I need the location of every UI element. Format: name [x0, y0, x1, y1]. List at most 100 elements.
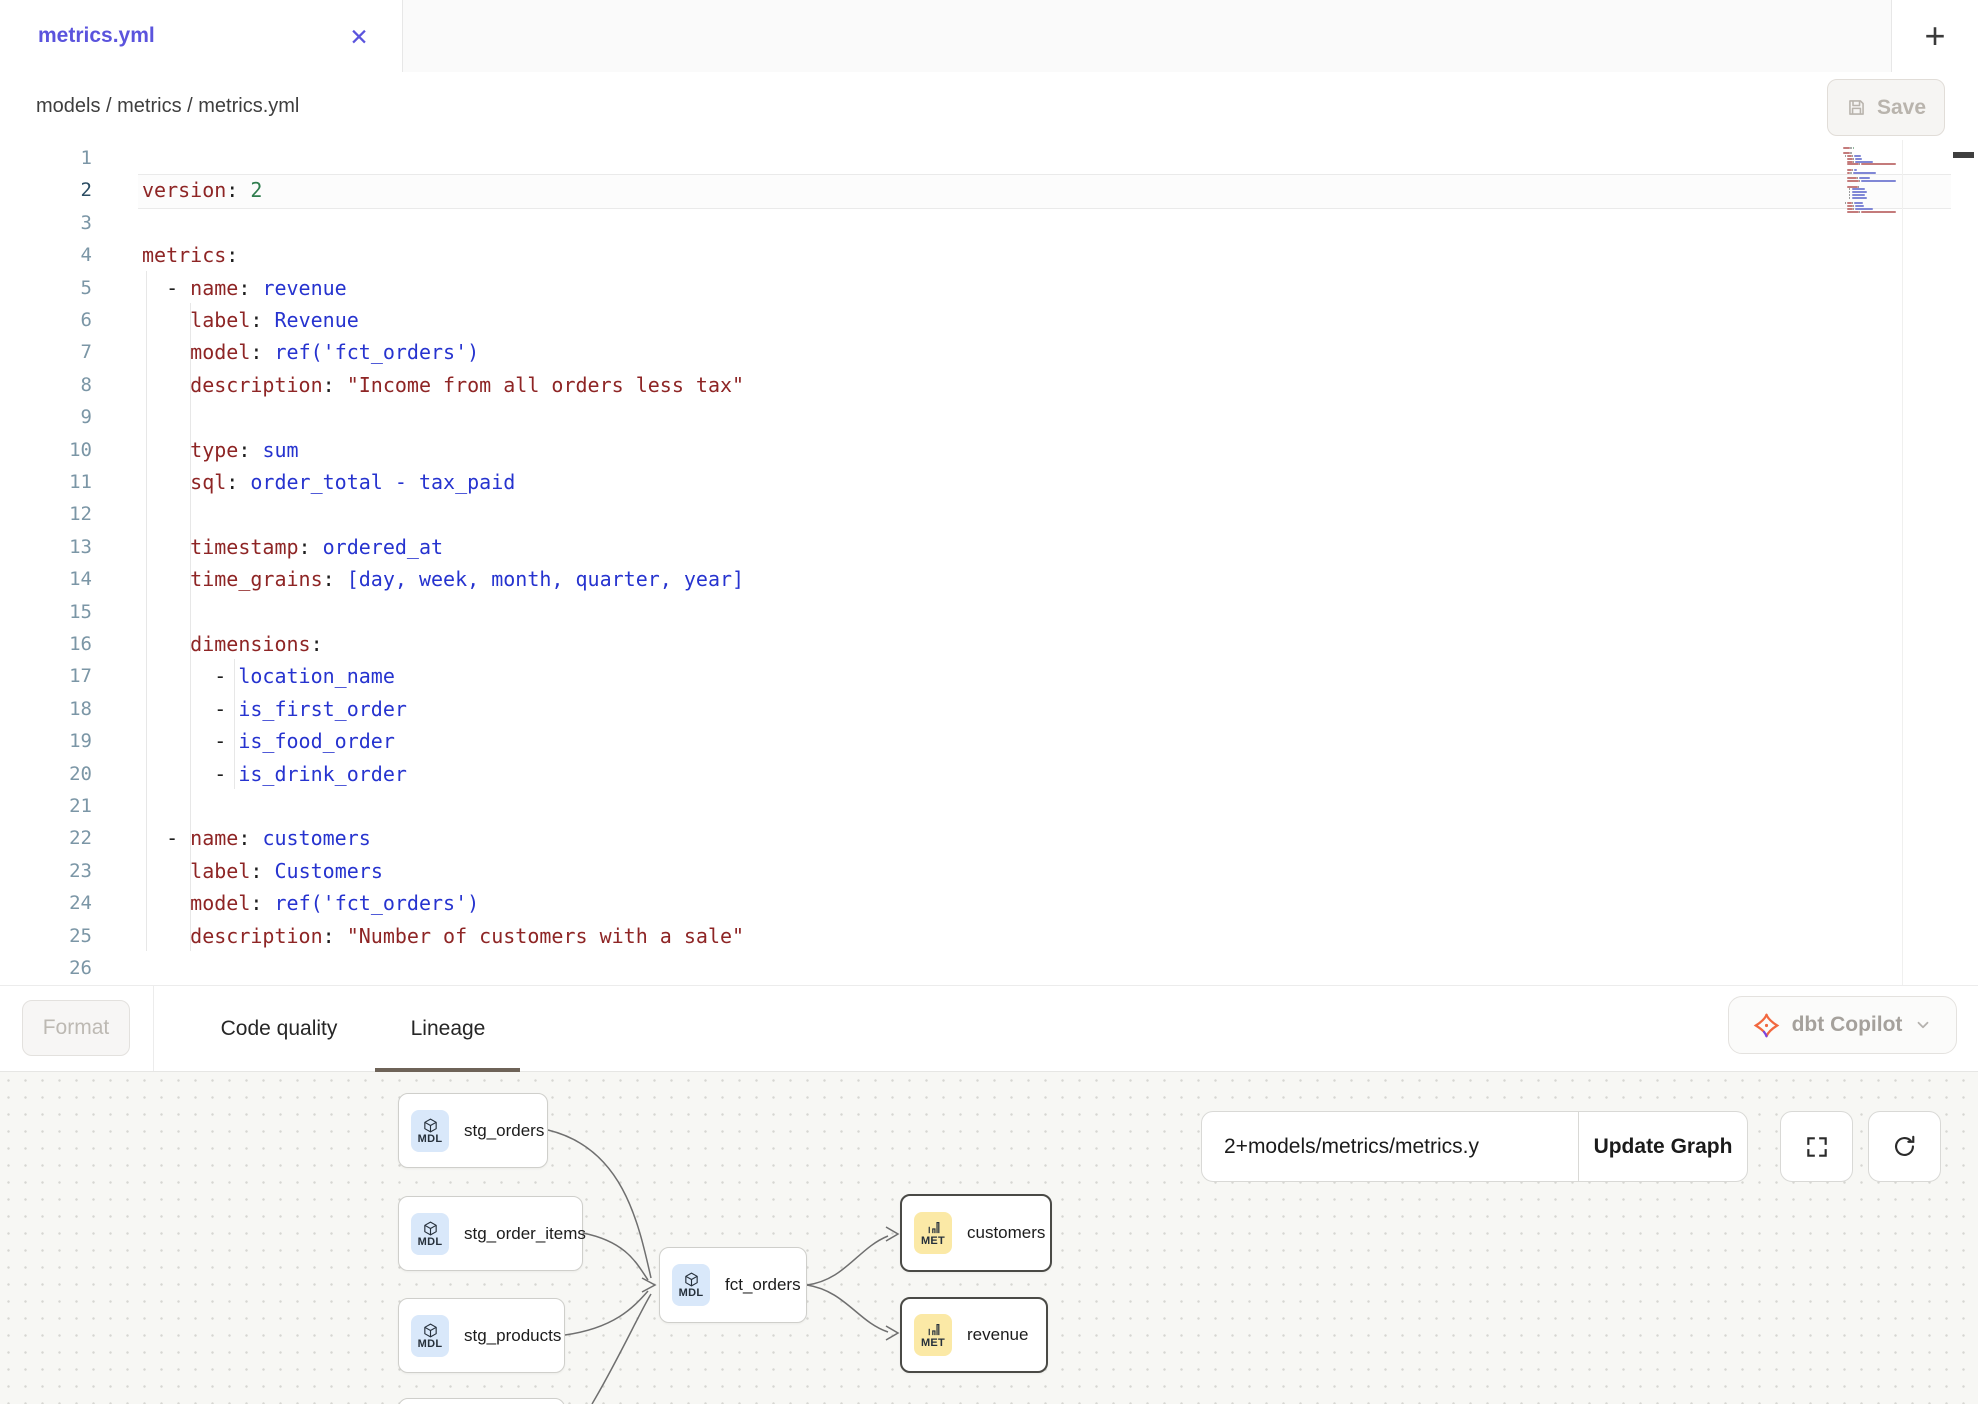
node-badge: MDL	[418, 1237, 443, 1248]
new-tab-icon[interactable]: +	[1914, 18, 1955, 54]
minimap-line	[1849, 197, 1850, 199]
lineage-node-stg_products[interactable]: MDLstg_products	[398, 1298, 565, 1373]
minimap-line	[1855, 208, 1873, 210]
minimap-line	[1861, 163, 1896, 165]
line-number: 2	[0, 174, 92, 206]
line-number: 11	[0, 466, 92, 498]
minimap-line	[1852, 194, 1866, 196]
model-cube-icon	[422, 1220, 439, 1237]
minimap-line	[1853, 172, 1877, 174]
code-line: description: "Income from all orders les…	[142, 369, 744, 401]
fullscreen-button[interactable]	[1780, 1111, 1853, 1182]
refresh-button[interactable]	[1868, 1111, 1941, 1182]
minimap-line	[1847, 169, 1851, 171]
node-type-icon: MET	[914, 1212, 952, 1254]
dbt-copilot-button[interactable]: dbt Copilot	[1728, 996, 1957, 1054]
line-number: 6	[0, 304, 92, 336]
minimap-line	[1847, 177, 1857, 179]
close-tab-icon[interactable]: ✕	[346, 24, 372, 50]
tab-metrics-yml[interactable]: metrics.yml ✕	[0, 0, 403, 72]
line-number: 4	[0, 239, 92, 271]
save-button[interactable]: Save	[1827, 79, 1945, 136]
node-badge: MET	[921, 1236, 945, 1247]
minimap-line	[1853, 208, 1854, 210]
tab-bar-empty-area	[403, 0, 1892, 73]
bottom-panel-bar: Format Code quality Lineage dbt Copilot	[0, 985, 1978, 1072]
tab-code-quality[interactable]: Code quality	[205, 986, 353, 1071]
update-graph-button[interactable]: Update Graph	[1579, 1112, 1747, 1181]
code-line: - is_first_order	[142, 693, 407, 725]
code-line: label: Revenue	[142, 304, 359, 336]
minimap-line	[1855, 161, 1873, 163]
minimap-line	[1847, 208, 1852, 210]
code-line: description: "Number of customers with a…	[142, 920, 744, 952]
code-line: version: 2	[142, 174, 262, 206]
minimap-line	[1852, 197, 1867, 199]
line-number: 10	[0, 434, 92, 466]
lineage-canvas[interactable]: MDL stg_orders MDL stg_order_items MDLstg_pr…	[0, 1072, 1978, 1404]
node-type-icon: MDL	[411, 1213, 449, 1255]
node-label: customers	[967, 1223, 1045, 1243]
minimap-line	[1854, 169, 1857, 171]
lineage-filter-input[interactable]	[1202, 1112, 1578, 1181]
minimap-line	[1853, 158, 1854, 160]
lineage-node-stg_orders[interactable]: MDL stg_orders	[398, 1093, 548, 1168]
panel-divider	[153, 986, 154, 1071]
minimap-line	[1853, 205, 1854, 207]
file-header-row: models / metrics / metrics.yml Save	[0, 72, 1978, 140]
minimap-line	[1850, 172, 1851, 174]
minimap-line	[1859, 211, 1860, 213]
code-line: metrics:	[142, 239, 238, 271]
minimap-line	[1847, 180, 1859, 182]
metric-chart-icon	[925, 1219, 942, 1236]
minimap-line	[1845, 155, 1846, 157]
model-cube-icon	[422, 1117, 439, 1134]
line-number: 14	[0, 563, 92, 595]
tab-bar: metrics.yml ✕ +	[0, 0, 1978, 72]
line-number: 8	[0, 369, 92, 401]
minimap-line	[1859, 177, 1870, 179]
node-badge: MDL	[418, 1134, 443, 1145]
minimap-line	[1845, 202, 1846, 204]
code-line: type: sum	[142, 434, 299, 466]
line-number: 1	[0, 142, 92, 174]
line-number: 5	[0, 272, 92, 304]
node-label: stg_orders	[464, 1121, 544, 1141]
lineage-node-fct_orders[interactable]: MDL fct_orders	[659, 1247, 807, 1323]
code-editor[interactable]: 1234567891011121314151617181920212223242…	[0, 140, 1978, 985]
lineage-node-partial_node[interactable]	[398, 1398, 565, 1404]
node-type-icon: MDL	[411, 1315, 449, 1357]
minimap-line	[1847, 161, 1852, 163]
lineage-node-customers[interactable]: MET customers	[900, 1194, 1052, 1272]
model-cube-icon	[683, 1271, 700, 1288]
lineage-node-revenue[interactable]: METrevenue	[900, 1297, 1048, 1373]
dbt-ide-window: metrics.yml ✕ + models / metrics / metri…	[0, 0, 1978, 1404]
node-badge: MDL	[679, 1288, 704, 1299]
lineage-filter-group: Update Graph	[1201, 1111, 1748, 1182]
minimap-line	[1843, 147, 1850, 149]
minimap-line	[1850, 147, 1851, 149]
node-label: fct_orders	[725, 1275, 801, 1295]
dbt-logo-icon	[1753, 1012, 1780, 1039]
minimap-line	[1847, 205, 1852, 207]
minimap[interactable]	[1843, 144, 1901, 364]
minimap-line	[1852, 188, 1866, 190]
minimap-line	[1854, 202, 1864, 204]
format-button[interactable]: Format	[22, 1000, 130, 1056]
tab-lineage[interactable]: Lineage	[398, 986, 498, 1071]
line-number: 26	[0, 952, 92, 984]
minimap-line	[1853, 161, 1854, 163]
code-line: - is_drink_order	[142, 758, 407, 790]
indent-guide	[190, 303, 191, 951]
line-number: 9	[0, 401, 92, 433]
minimap-line	[1854, 155, 1861, 157]
line-number: 22	[0, 822, 92, 854]
minimap-line	[1855, 158, 1862, 160]
lineage-node-stg_order_items[interactable]: MDL stg_order_items	[398, 1196, 583, 1271]
minimap-line	[1852, 202, 1853, 204]
minimap-line	[1847, 158, 1852, 160]
minimap-line	[1852, 155, 1853, 157]
node-label: stg_order_items	[464, 1224, 586, 1244]
line-number: 20	[0, 758, 92, 790]
minimap-line	[1853, 147, 1854, 149]
